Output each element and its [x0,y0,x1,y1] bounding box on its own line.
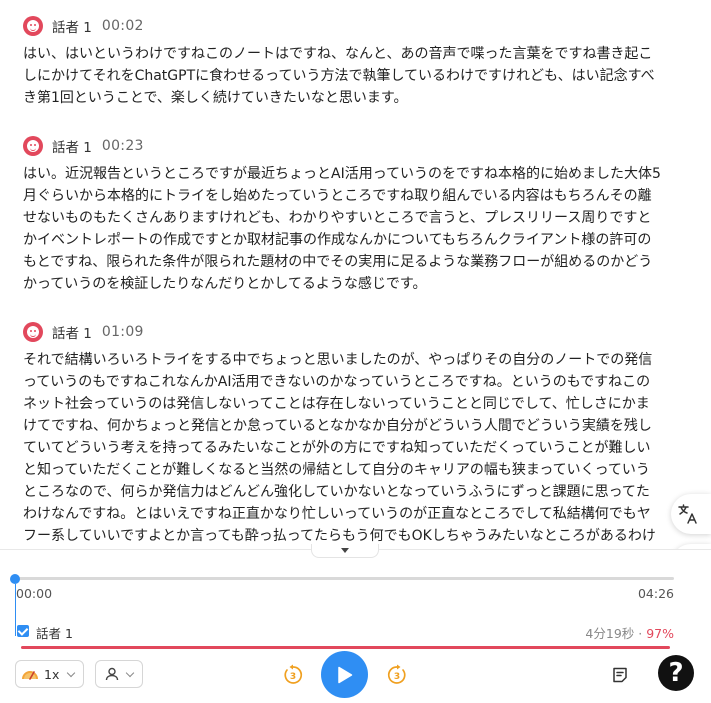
speaker-name[interactable]: 話者 1 [52,322,92,342]
audio-player: 00:00 04:26 話者 1 4分19秒 · 97% 1x 3 3 ? [0,544,711,703]
speaker-share: 97% [646,626,674,641]
rewind-3s-icon: 3 [284,664,303,684]
speaker-checkbox[interactable] [17,625,29,637]
segment-header: 話者 1 00:23 [23,135,663,157]
total-duration: 04:26 [637,586,674,601]
playback-speed-button[interactable]: 1x [15,660,84,688]
speaker-duration: 4分19秒 [585,626,635,641]
speed-meter-icon [22,671,38,680]
person-icon [105,667,119,681]
speaker-name[interactable]: 話者 1 [52,136,92,156]
forward-button[interactable]: 3 [386,664,408,686]
notes-button[interactable] [611,666,629,684]
play-button[interactable] [321,651,368,698]
help-icon: ? [668,658,684,688]
progress-handle[interactable] [10,574,20,584]
collapse-button[interactable] [311,544,379,558]
chevron-down-icon [66,668,76,678]
playback-speed-label: 1x [44,666,60,682]
segment-timestamp[interactable]: 00:02 [102,18,144,34]
current-time: 00:00 [16,586,53,601]
speaker-name[interactable]: 話者 1 [52,16,92,36]
speaker-filter-dropdown[interactable] [95,660,143,688]
rewind-seconds: 3 [290,672,296,682]
transcript-segment: 話者 1 00:23 はい。近況報告というところですが最近ちょっとAI活用ってい… [23,135,663,295]
progress-bar[interactable] [15,577,674,580]
speaker-filter-row: 話者 1 4分19秒 · 97% [17,623,677,641]
segment-timestamp[interactable]: 00:23 [102,138,144,154]
segment-header: 話者 1 00:02 [23,15,663,37]
segment-text[interactable]: はい。近況報告というところですが最近ちょっとAI活用っていうのをですね本格的に始… [23,163,663,295]
transcript-segment: 話者 1 01:09 それで結構いろいろトライをする中でちょっと思いましたのが、… [23,321,663,547]
stats-separator: · [634,626,647,641]
translate-icon [678,504,697,524]
speaker-stats: 4分19秒 · 97% [585,623,674,642]
chevron-down-icon [341,548,349,553]
forward-3s-icon: 3 [387,664,406,684]
transcript-segment: 話者 1 00:02 はい、はいというわけですねこのノートはですね、なんと、あの… [23,15,663,109]
player-controls: 1x 3 3 ? [0,651,711,698]
translate-button[interactable] [671,494,711,534]
speaker-avatar-icon [23,322,43,342]
rewind-button[interactable]: 3 [282,664,304,686]
segment-timestamp[interactable]: 01:09 [102,324,144,340]
segment-text[interactable]: それで結構いろいろトライをする中でちょっと思いましたのが、やっぱりその自分のノー… [23,349,663,547]
forward-seconds: 3 [394,672,400,682]
notes-icon [613,667,627,683]
speaker-filter-name[interactable]: 話者 1 [36,623,73,642]
segment-text[interactable]: はい、はいというわけですねこのノートはですね、なんと、あの音声で喋った言葉をです… [23,43,663,109]
speaker-avatar-icon [23,136,43,156]
speaker-avatar-icon [23,16,43,36]
speaker-timeline-bar [21,646,670,649]
chevron-down-icon [125,668,135,678]
segment-header: 話者 1 01:09 [23,321,663,343]
play-icon [337,666,352,683]
transcript-panel: 話者 1 00:02 はい、はいというわけですねこのノートはですね、なんと、あの… [0,0,711,549]
help-button[interactable]: ? [658,655,694,691]
